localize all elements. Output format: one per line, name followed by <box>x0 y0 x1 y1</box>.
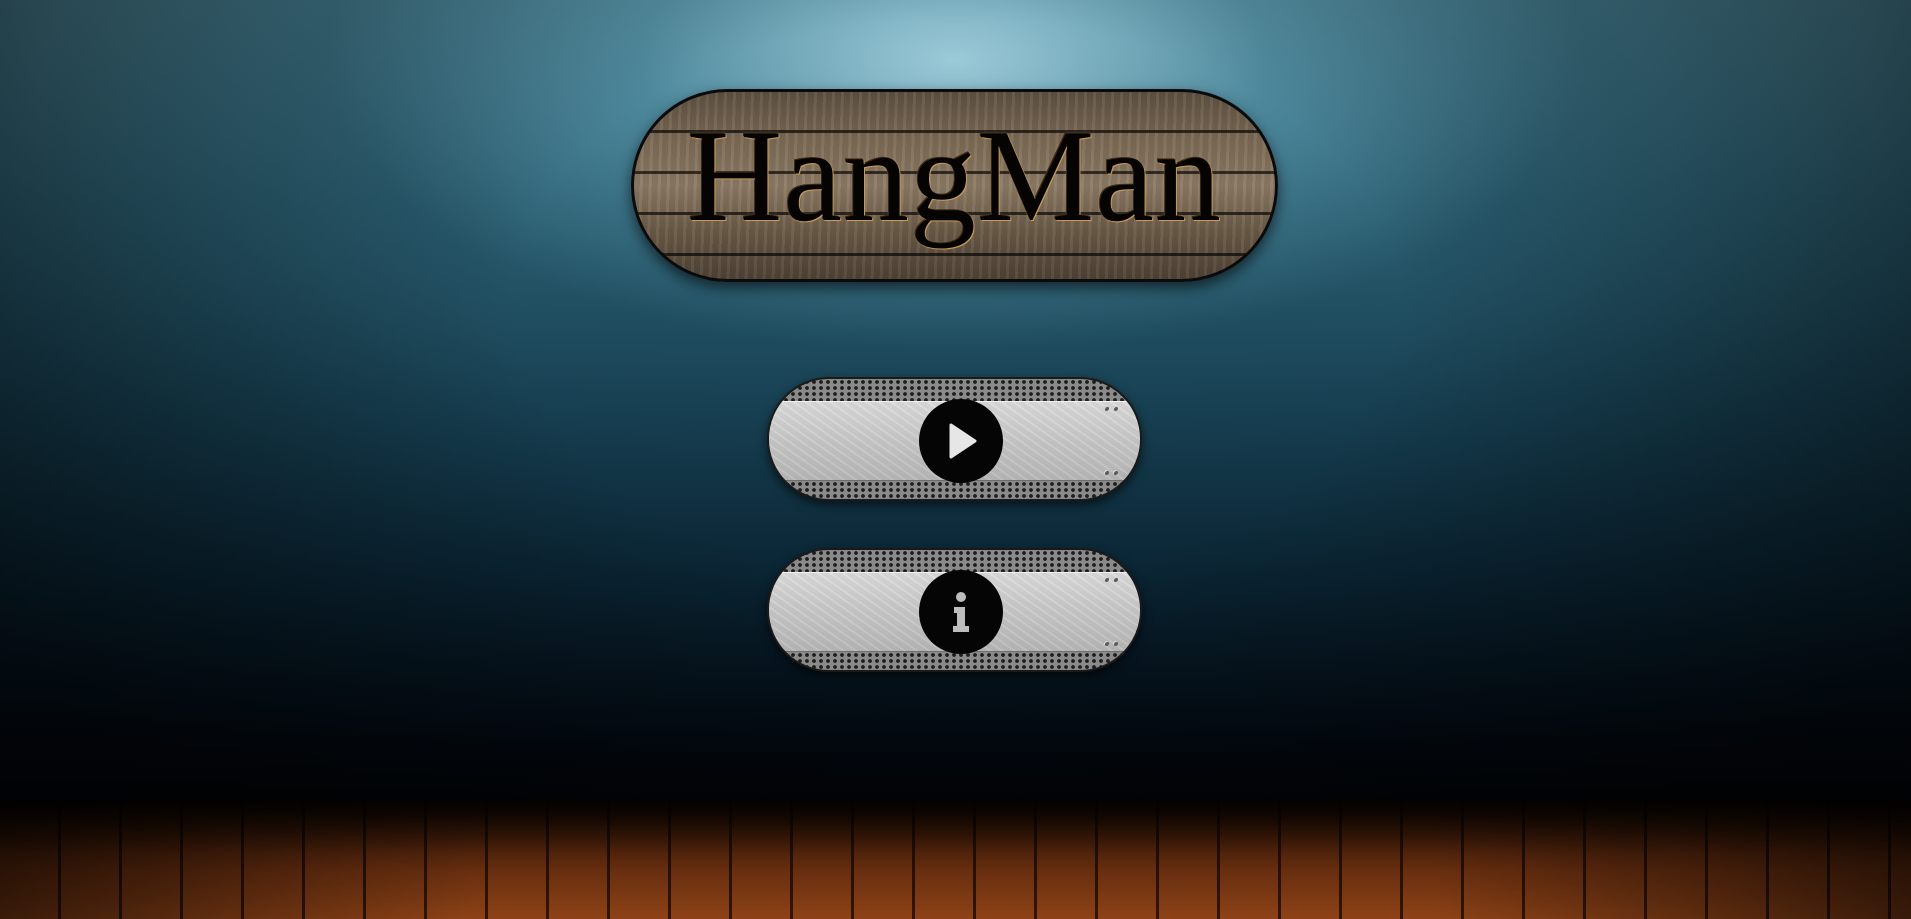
rivet-icon <box>1104 406 1109 411</box>
rivet-icon <box>1104 470 1109 475</box>
rivet-icon <box>1113 577 1118 582</box>
play-button[interactable] <box>767 377 1142 501</box>
rivet-icon <box>1113 406 1118 411</box>
play-triangle-icon <box>949 423 977 459</box>
rivet-icon <box>1104 641 1109 646</box>
game-scene: HangMan <box>0 0 1911 919</box>
play-icon <box>919 399 1003 483</box>
rivet-icon <box>1104 577 1109 582</box>
rivet-icon <box>1113 470 1118 475</box>
info-icon <box>919 570 1003 654</box>
info-button[interactable] <box>767 548 1142 672</box>
rivet-icon <box>1113 641 1118 646</box>
wooden-floor <box>0 800 1911 919</box>
game-title: HangMan <box>687 102 1222 249</box>
info-glyph-icon <box>953 592 969 632</box>
title-sign: HangMan <box>631 89 1278 282</box>
